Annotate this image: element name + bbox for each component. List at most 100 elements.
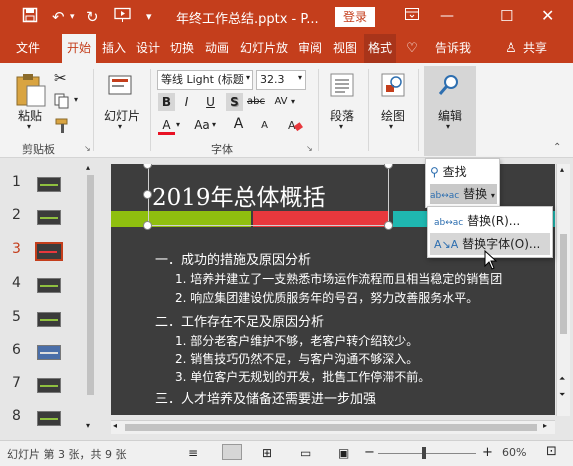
replace-item[interactable]: ab↔ac 替换 ▾ — [430, 184, 497, 204]
tab-share[interactable]: 共享 — [519, 34, 551, 63]
redo-icon[interactable]: ↻ — [86, 7, 99, 27]
slide-thumbnail[interactable] — [37, 312, 61, 327]
close-icon[interactable]: ✕ — [541, 6, 554, 26]
shrink-font-button[interactable]: A — [256, 117, 273, 135]
tell-me-bulb-icon[interactable]: ♡ — [404, 34, 420, 63]
copy-icon[interactable] — [54, 93, 72, 112]
slide-thumbnail[interactable] — [37, 378, 61, 393]
scroll-up-icon[interactable]: ▴ — [560, 165, 564, 174]
find-item[interactable]: ⚲ 查找 — [430, 162, 467, 182]
paste-dropdown-icon[interactable]: ▾ — [27, 122, 31, 131]
new-slide-icon[interactable] — [108, 75, 132, 100]
zoom-out-icon[interactable]: − — [364, 445, 375, 460]
format-painter-icon[interactable] — [55, 118, 71, 137]
scroll-down-icon[interactable]: ▾ — [86, 421, 90, 430]
slideshow-view-icon[interactable]: ▣ — [338, 446, 349, 460]
present-icon[interactable] — [114, 7, 132, 28]
slides-dropdown-icon[interactable]: ▾ — [118, 122, 122, 131]
slide-thumbnail[interactable] — [37, 177, 61, 192]
title-bar: ↶ ▾ ↻ ▾ 年终工作总结.pptx - P... 登录 — ☐ ✕ — [0, 0, 573, 34]
slide-sorter-icon[interactable]: ⊞ — [262, 446, 272, 460]
zoom-in-icon[interactable]: + — [482, 445, 493, 460]
font-name-dropdown-icon[interactable]: ▾ — [246, 73, 250, 82]
scroll-thumb[interactable] — [125, 424, 537, 431]
drawing-icon[interactable] — [381, 73, 407, 100]
search-icon[interactable] — [437, 73, 463, 100]
bold-button[interactable]: B — [158, 93, 175, 111]
resize-handle[interactable] — [384, 164, 393, 169]
grow-font-button[interactable]: A — [230, 115, 247, 133]
resize-handle[interactable] — [384, 221, 393, 230]
paragraph-dropdown-icon[interactable]: ▾ — [339, 122, 343, 131]
slide-vertical-scrollbar[interactable]: ▴ ⏶ ⏷ — [556, 164, 570, 416]
char-spacing-button[interactable]: AV — [271, 93, 291, 111]
font-size-dropdown-icon[interactable]: ▾ — [298, 73, 302, 82]
zoom-slider[interactable] — [378, 447, 476, 459]
next-slide-icon[interactable]: ⏷ — [559, 390, 565, 400]
slide-thumbnail[interactable] — [37, 278, 61, 293]
font-color-button[interactable]: A — [158, 116, 175, 135]
tab-transitions[interactable]: 切换 — [166, 34, 198, 63]
paragraph-icon[interactable] — [330, 73, 354, 100]
reading-view-icon[interactable]: ▭ — [300, 446, 311, 460]
scroll-up-icon[interactable]: ▴ — [86, 163, 90, 172]
tab-design[interactable]: 设计 — [133, 34, 163, 63]
minimize-icon[interactable]: — — [440, 6, 454, 26]
thumbnail-scrollbar[interactable]: ▴ ▾ — [85, 163, 96, 433]
underline-button[interactable]: U — [202, 93, 219, 111]
ribbon-display-icon[interactable] — [404, 6, 420, 28]
zoom-slider-thumb[interactable] — [422, 447, 426, 459]
login-button[interactable]: 登录 — [335, 7, 375, 27]
drawing-dropdown-icon[interactable]: ▾ — [389, 122, 393, 131]
slide-thumbnail[interactable] — [37, 411, 61, 426]
fit-slide-icon[interactable]: ⊡ — [546, 444, 557, 459]
title-selection-box[interactable] — [148, 164, 389, 226]
tab-file[interactable]: 文件 — [10, 34, 46, 63]
normal-view-icon[interactable] — [222, 444, 242, 460]
scroll-thumb[interactable] — [87, 175, 94, 395]
strikethrough-button[interactable]: abc — [245, 93, 267, 111]
paste-icon[interactable] — [14, 72, 48, 111]
cut-icon[interactable]: ✂ — [54, 69, 67, 87]
slide-thumbnail[interactable] — [37, 210, 61, 225]
shadow-button[interactable]: S — [226, 93, 243, 111]
tab-format[interactable]: 格式 — [364, 34, 396, 63]
undo-icon[interactable]: ↶ — [52, 7, 65, 27]
scroll-left-icon[interactable]: ◂ — [113, 421, 117, 430]
font-launcher-icon[interactable]: ↘ — [306, 144, 313, 153]
scroll-right-icon[interactable]: ▸ — [543, 421, 547, 430]
font-name-select[interactable]: 等线 Light (标题 — [157, 70, 253, 90]
resize-handle[interactable] — [143, 221, 152, 230]
char-spacing-dropdown-icon[interactable]: ▾ — [291, 97, 295, 106]
slide-thumbnail[interactable] — [37, 345, 61, 360]
save-icon[interactable] — [22, 7, 38, 28]
editing-dropdown-icon[interactable]: ▾ — [446, 122, 450, 131]
change-case-dropdown-icon[interactable]: ▾ — [212, 120, 216, 129]
scroll-thumb[interactable] — [560, 234, 567, 334]
customize-toolbar-icon[interactable]: ▾ — [146, 7, 152, 27]
replace-menu-item[interactable]: ab↔ac 替换(R)... — [430, 210, 550, 232]
clipboard-launcher-icon[interactable]: ↘ — [84, 144, 91, 153]
tab-tell-me[interactable]: 告诉我 — [430, 34, 476, 63]
font-color-dropdown-icon[interactable]: ▾ — [176, 120, 180, 129]
clear-formatting-icon[interactable]: A — [287, 117, 303, 136]
italic-button[interactable]: I — [178, 93, 195, 111]
tab-view[interactable]: 视图 — [329, 34, 361, 63]
maximize-icon[interactable]: ☐ — [500, 6, 513, 26]
tab-home[interactable]: 开始 — [62, 34, 96, 63]
resize-handle[interactable] — [143, 190, 152, 199]
undo-dropdown-icon[interactable]: ▾ — [70, 7, 75, 27]
change-case-button[interactable]: Aa — [192, 116, 212, 134]
slide-thumbnail-selected[interactable] — [35, 242, 63, 261]
tab-animations[interactable]: 动画 — [201, 34, 233, 63]
tab-insert[interactable]: 插入 — [98, 34, 130, 63]
collapse-ribbon-icon[interactable]: ⌃ — [553, 142, 561, 153]
copy-dropdown-icon[interactable]: ▾ — [74, 95, 78, 104]
notes-icon[interactable]: ≡ — [188, 446, 198, 460]
prev-slide-icon[interactable]: ⏶ — [559, 374, 565, 384]
zoom-level[interactable]: 60% — [502, 446, 526, 459]
slide-horizontal-scrollbar[interactable]: ◂ ▸ — [111, 420, 555, 434]
tab-slideshow[interactable]: 幻灯片放 — [236, 34, 292, 63]
tab-review[interactable]: 审阅 — [294, 34, 326, 63]
share-user-icon[interactable]: ♙ — [503, 34, 519, 63]
